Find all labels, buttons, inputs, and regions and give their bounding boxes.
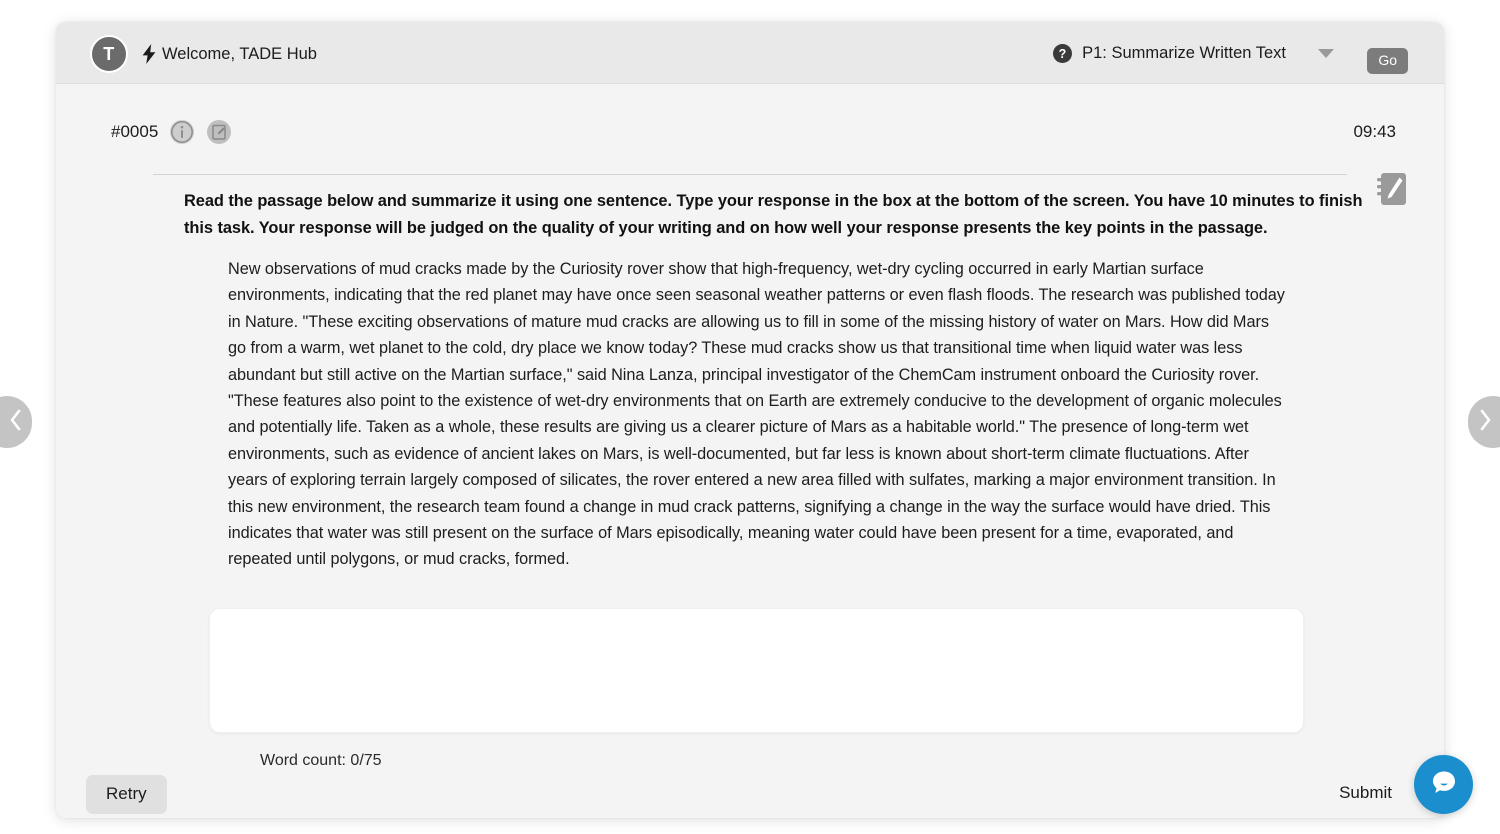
response-textarea[interactable] — [209, 608, 1304, 733]
chat-bubble-icon — [1428, 766, 1460, 803]
app-header: T Welcome, TADE Hub ? P1: Summarize Writ… — [56, 22, 1444, 84]
note-edit-icon[interactable] — [207, 120, 231, 144]
avatar-initial: T — [103, 43, 115, 64]
chevron-down-icon[interactable] — [1318, 48, 1334, 58]
task-selected-label: P1: Summarize Written Text — [1082, 43, 1286, 62]
help-circle-icon[interactable]: ? — [1053, 43, 1073, 63]
task-instructions: Read the passage below and summarize it … — [184, 192, 1363, 237]
reading-passage: New observations of mud cracks made by t… — [228, 260, 1285, 569]
avatar[interactable]: T — [90, 35, 128, 73]
task-body: #0005 09:43 Read the passage below and s… — [56, 84, 1444, 818]
welcome-text: Welcome, TADE Hub — [162, 45, 317, 63]
countdown-timer: 09:43 — [1353, 122, 1396, 141]
svg-text:?: ? — [1059, 47, 1067, 61]
content-divider — [153, 174, 1347, 175]
next-item-button[interactable] — [1468, 396, 1500, 448]
app-card: T Welcome, TADE Hub ? P1: Summarize Writ… — [56, 22, 1444, 818]
chevron-right-icon — [1478, 408, 1493, 437]
go-button[interactable]: Go — [1367, 48, 1408, 74]
word-count-label: Word count: 0/75 — [260, 752, 382, 769]
item-id: #0005 — [111, 122, 159, 141]
info-circle-icon[interactable] — [170, 120, 194, 144]
lightning-bolt-icon — [140, 42, 158, 66]
chat-bubble-button[interactable] — [1414, 755, 1473, 814]
retry-button[interactable]: Retry — [86, 775, 167, 814]
screen-root: T Welcome, TADE Hub ? P1: Summarize Writ… — [0, 0, 1500, 834]
chevron-left-icon — [8, 408, 23, 437]
task-selector[interactable]: ? P1: Summarize Written Text — [1053, 39, 1334, 67]
notepad-pencil-icon[interactable] — [1374, 169, 1412, 209]
item-meta-row: #0005 09:43 — [56, 120, 1444, 150]
submit-button[interactable]: Submit — [1335, 775, 1396, 811]
prev-item-button[interactable] — [0, 396, 32, 448]
